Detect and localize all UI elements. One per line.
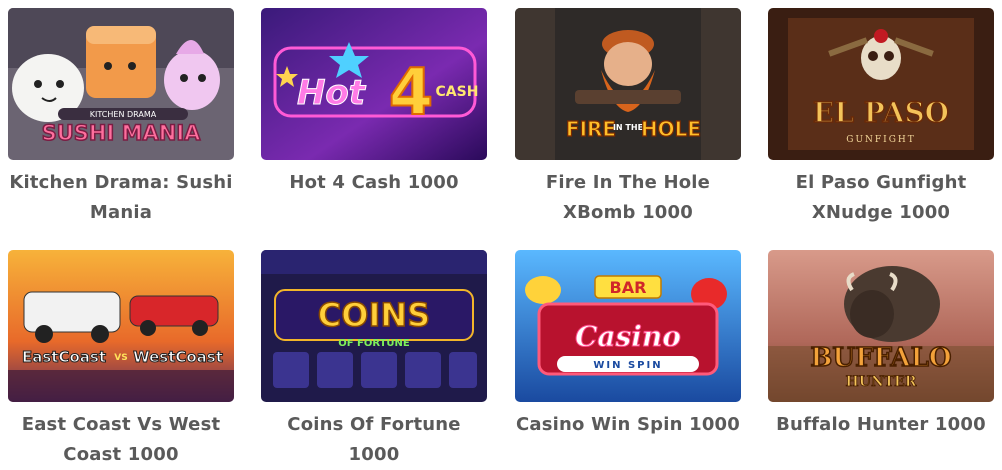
game-card-buffalo-hunter[interactable]: BUFFALO HUNTER Buffalo Hunter 1000 — [768, 250, 994, 440]
game-card-coins-of-fortune[interactable]: COINS OF FORTUNE Coins Of Fortune 1000 — [261, 250, 487, 470]
fire-in-the-hole-artwork: FIRE IN THE HOLE — [515, 8, 741, 160]
game-thumbnail[interactable]: Hot 4 CASH — [261, 8, 487, 160]
game-thumbnail[interactable]: FIRE IN THE HOLE — [515, 8, 741, 160]
logo-sub-text: CASH — [436, 84, 479, 100]
logo-main-text: EL PASO — [813, 96, 949, 129]
logo-main-text: BUFFALO — [810, 343, 951, 373]
game-thumbnail[interactable]: COINS OF FORTUNE — [261, 250, 487, 402]
logo-number-text: 4 — [389, 56, 434, 130]
logo-mid-text: IN THE — [613, 123, 643, 132]
game-title[interactable]: Hot 4 Cash 1000 — [261, 168, 487, 198]
logo-top-text: BAR — [610, 278, 647, 297]
el-paso-gunfight-artwork: EL PASO GUNFIGHT — [768, 8, 994, 160]
game-card-el-paso-gunfight[interactable]: EL PASO GUNFIGHT El Paso Gunfight XNudge… — [768, 8, 994, 228]
logo-main-text: COINS — [318, 296, 430, 334]
logo-vs-text: VS — [114, 353, 127, 363]
game-title[interactable]: Buffalo Hunter 1000 — [768, 410, 994, 440]
game-title[interactable]: East Coast Vs West Coast 1000 — [8, 410, 234, 470]
hot-4-cash-artwork: Hot 4 CASH — [261, 8, 487, 160]
logo-sub-text: GUNFIGHT — [846, 135, 916, 145]
game-card-casino-win-spin[interactable]: BAR Casino WIN SPIN Casino Win Spin 1000 — [515, 250, 741, 440]
logo-main-text: Casino — [575, 320, 681, 353]
game-title[interactable]: Casino Win Spin 1000 — [515, 410, 741, 440]
game-thumbnail[interactable]: KITCHEN DRAMA SUSHI MANIA — [8, 8, 234, 160]
game-title[interactable]: Coins Of Fortune 1000 — [261, 410, 487, 470]
game-card-sushi-mania[interactable]: KITCHEN DRAMA SUSHI MANIA Kitchen Drama:… — [8, 8, 234, 228]
game-title[interactable]: Kitchen Drama: Sushi Mania — [8, 168, 234, 228]
game-card-east-coast-vs-west-coast[interactable]: EastCoast VS WestCoast East Coast Vs Wes… — [8, 250, 234, 470]
logo-west-text: WestCoast — [133, 348, 223, 366]
game-card-hot-4-cash[interactable]: Hot 4 CASH Hot 4 Cash 1000 — [261, 8, 487, 198]
casino-win-spin-artwork: BAR Casino WIN SPIN — [515, 250, 741, 402]
game-card-fire-in-the-hole[interactable]: FIRE IN THE HOLE Fire In The Hole XBomb … — [515, 8, 741, 228]
logo-top-text: KITCHEN DRAMA — [90, 110, 157, 119]
coins-of-fortune-artwork: COINS OF FORTUNE — [261, 250, 487, 402]
sushi-mania-artwork: KITCHEN DRAMA SUSHI MANIA — [8, 8, 234, 160]
logo-main-text: Hot — [297, 73, 367, 113]
logo-main-text: SUSHI MANIA — [42, 121, 202, 145]
game-thumbnail[interactable]: EL PASO GUNFIGHT — [768, 8, 994, 160]
logo-sub-text: OF FORTUNE — [338, 338, 410, 349]
logo-main-text: FIRE — [566, 117, 616, 141]
logo-east-text: EastCoast — [22, 348, 106, 366]
game-title[interactable]: El Paso Gunfight XNudge 1000 — [768, 168, 994, 228]
logo-end-text: HOLE — [641, 117, 701, 141]
game-grid: KITCHEN DRAMA SUSHI MANIA Kitchen Drama:… — [0, 0, 1002, 466]
logo-sub-text: HUNTER — [846, 374, 917, 390]
game-thumbnail[interactable]: EastCoast VS WestCoast — [8, 250, 234, 402]
game-title[interactable]: Fire In The Hole XBomb 1000 — [515, 168, 741, 228]
game-thumbnail[interactable]: BAR Casino WIN SPIN — [515, 250, 741, 402]
game-thumbnail[interactable]: BUFFALO HUNTER — [768, 250, 994, 402]
buffalo-hunter-artwork: BUFFALO HUNTER — [768, 250, 994, 402]
logo-sub-text: WIN SPIN — [593, 360, 662, 371]
east-coast-vs-west-coast-artwork: EastCoast VS WestCoast — [8, 250, 234, 402]
